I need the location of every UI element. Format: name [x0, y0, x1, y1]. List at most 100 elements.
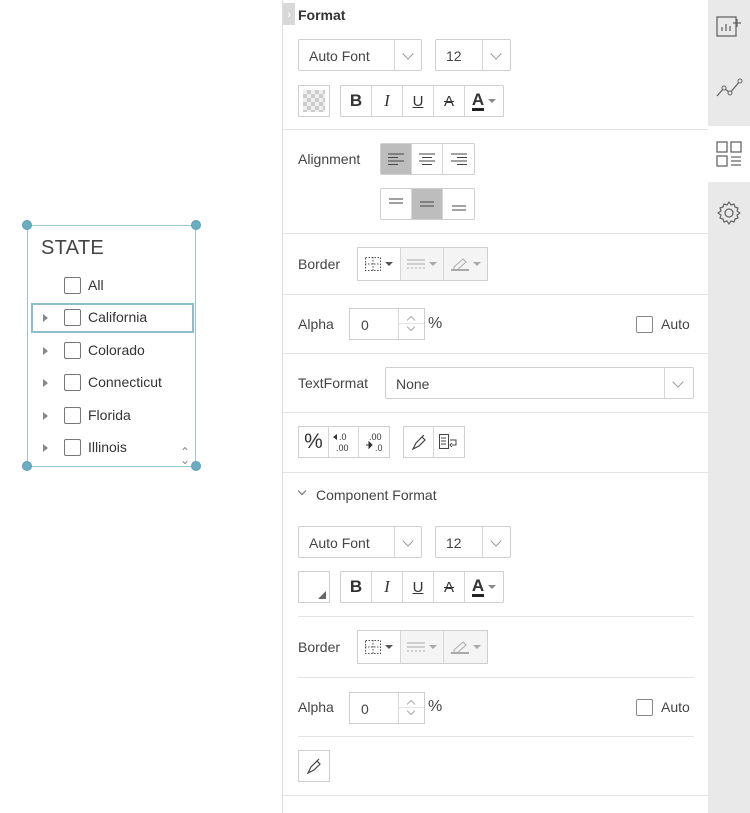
strikethrough-button[interactable]: A — [434, 86, 465, 116]
chevron-down-icon — [490, 48, 502, 60]
list-item-label: Florida — [88, 407, 131, 423]
checkbox[interactable] — [64, 407, 81, 424]
list-item-label: California — [88, 309, 148, 325]
component-format-title[interactable]: Component Format — [316, 487, 437, 503]
format-panel: › Format Auto Font 12 B I U A A Alignmen… — [282, 0, 709, 813]
resize-handle[interactable] — [191, 461, 201, 471]
align-center-icon — [419, 153, 435, 165]
resize-handle[interactable] — [191, 220, 201, 230]
italic-button[interactable]: I — [372, 86, 403, 116]
border-line-button[interactable] — [401, 248, 444, 280]
scroll-chevron-icon[interactable]: ⌃ ⌄ — [180, 446, 190, 466]
background-color-picker[interactable] — [298, 85, 330, 117]
collapse-chevron-icon[interactable] — [297, 486, 308, 498]
align-center-button[interactable] — [412, 144, 443, 174]
list-item[interactable]: Florida — [28, 401, 195, 431]
checkbox[interactable] — [64, 342, 81, 359]
component-font-size-select[interactable]: 12 — [435, 526, 511, 558]
line-style-icon — [407, 642, 425, 652]
list-item[interactable]: All — [28, 271, 195, 301]
border-style-button[interactable] — [358, 631, 401, 663]
list-item[interactable]: Connecticut — [28, 368, 195, 398]
auto-label: Auto — [661, 699, 690, 715]
settings-tab[interactable] — [708, 190, 750, 236]
checkbox[interactable] — [64, 309, 81, 326]
expand-arrow-icon[interactable] — [43, 412, 48, 420]
wrap-text-button[interactable] — [434, 427, 464, 457]
expand-arrow-icon[interactable] — [43, 314, 48, 322]
align-top-button[interactable] — [381, 189, 412, 219]
expand-arrow-icon[interactable] — [43, 444, 48, 452]
selection-list-widget[interactable]: STATE All California Colorado Connecticu… — [27, 225, 196, 467]
format-painter-button[interactable] — [404, 427, 434, 457]
component-auto-checkbox[interactable] — [636, 699, 653, 716]
border-grid-icon — [365, 640, 381, 654]
align-bottom-button[interactable] — [443, 189, 474, 219]
italic-button[interactable]: I — [372, 572, 403, 602]
align-bottom-icon — [451, 205, 466, 211]
border-color-button[interactable] — [444, 631, 487, 663]
widget-title: STATE — [41, 237, 104, 259]
alpha-spinner[interactable]: 0 — [349, 308, 425, 340]
component-alpha-label: Alpha — [298, 699, 334, 715]
decrease-decimal-button[interactable]: .0.00 — [329, 427, 359, 457]
align-right-button[interactable] — [443, 144, 474, 174]
textformat-select[interactable]: None — [385, 367, 694, 399]
line-style-icon — [407, 259, 425, 269]
percent-format-button[interactable]: % — [299, 427, 329, 457]
component-alpha-spinner[interactable]: 0 — [349, 692, 425, 724]
resize-handle[interactable] — [22, 220, 32, 230]
format-tools-group — [403, 426, 465, 458]
strikethrough-button[interactable]: A — [434, 572, 465, 602]
collapse-panel-icon[interactable]: › — [283, 3, 295, 25]
font-family-select[interactable]: Auto Font — [298, 39, 422, 71]
checkbox[interactable] — [64, 439, 81, 456]
expand-arrow-icon[interactable] — [43, 379, 48, 387]
component-border-label: Border — [298, 639, 341, 655]
font-color-icon: A — [471, 575, 485, 597]
bold-button[interactable]: B — [341, 86, 372, 116]
text-style-group: B I U A A — [340, 85, 504, 117]
underline-button[interactable]: U — [403, 86, 434, 116]
vertical-align-group — [380, 188, 475, 220]
alignment-label: Alignment — [298, 151, 361, 167]
underline-button[interactable]: U — [403, 572, 434, 602]
checkbox[interactable] — [64, 277, 81, 294]
expand-arrow-icon[interactable] — [43, 347, 48, 355]
component-background-color-picker[interactable] — [298, 571, 330, 603]
align-left-button[interactable] — [381, 144, 412, 174]
textformat-value: None — [396, 376, 430, 392]
font-color-button[interactable]: A — [465, 572, 503, 602]
font-family-value: Auto Font — [309, 48, 370, 64]
increase-decimal-button[interactable]: .00.0 — [359, 427, 389, 457]
border-color-button[interactable] — [444, 248, 487, 280]
align-middle-icon — [420, 201, 434, 207]
svg-text:.00: .00 — [336, 443, 349, 453]
auto-checkbox[interactable] — [636, 316, 653, 333]
checkbox[interactable] — [64, 374, 81, 391]
layout-tab[interactable] — [708, 126, 750, 182]
list-item-label: Illinois — [88, 439, 127, 455]
component-format-painter-button[interactable] — [298, 750, 330, 782]
font-size-select[interactable]: 12 — [435, 39, 511, 71]
textformat-label: TextFormat — [298, 375, 369, 391]
add-chart-tab[interactable] — [708, 4, 750, 50]
list-item[interactable]: Illinois — [28, 433, 195, 463]
font-color-button[interactable]: A — [465, 86, 503, 116]
border-style-button[interactable] — [358, 248, 401, 280]
decrement-icon[interactable] — [406, 322, 416, 332]
number-format-group: % .0.00 .00.0 — [298, 426, 390, 458]
list-item[interactable]: California — [31, 303, 194, 333]
resize-handle[interactable] — [22, 461, 32, 471]
bold-button[interactable]: B — [341, 572, 372, 602]
line-chart-icon — [716, 78, 743, 97]
list-item-label: Connecticut — [88, 374, 162, 390]
line-chart-tab[interactable] — [708, 66, 750, 112]
font-family-value: Auto Font — [309, 535, 370, 551]
list-item[interactable]: Colorado — [28, 336, 195, 366]
component-font-family-select[interactable]: Auto Font — [298, 526, 422, 558]
align-middle-button[interactable] — [412, 189, 443, 219]
font-size-value: 12 — [446, 48, 462, 64]
decrement-icon[interactable] — [406, 706, 416, 716]
border-line-button[interactable] — [401, 631, 444, 663]
